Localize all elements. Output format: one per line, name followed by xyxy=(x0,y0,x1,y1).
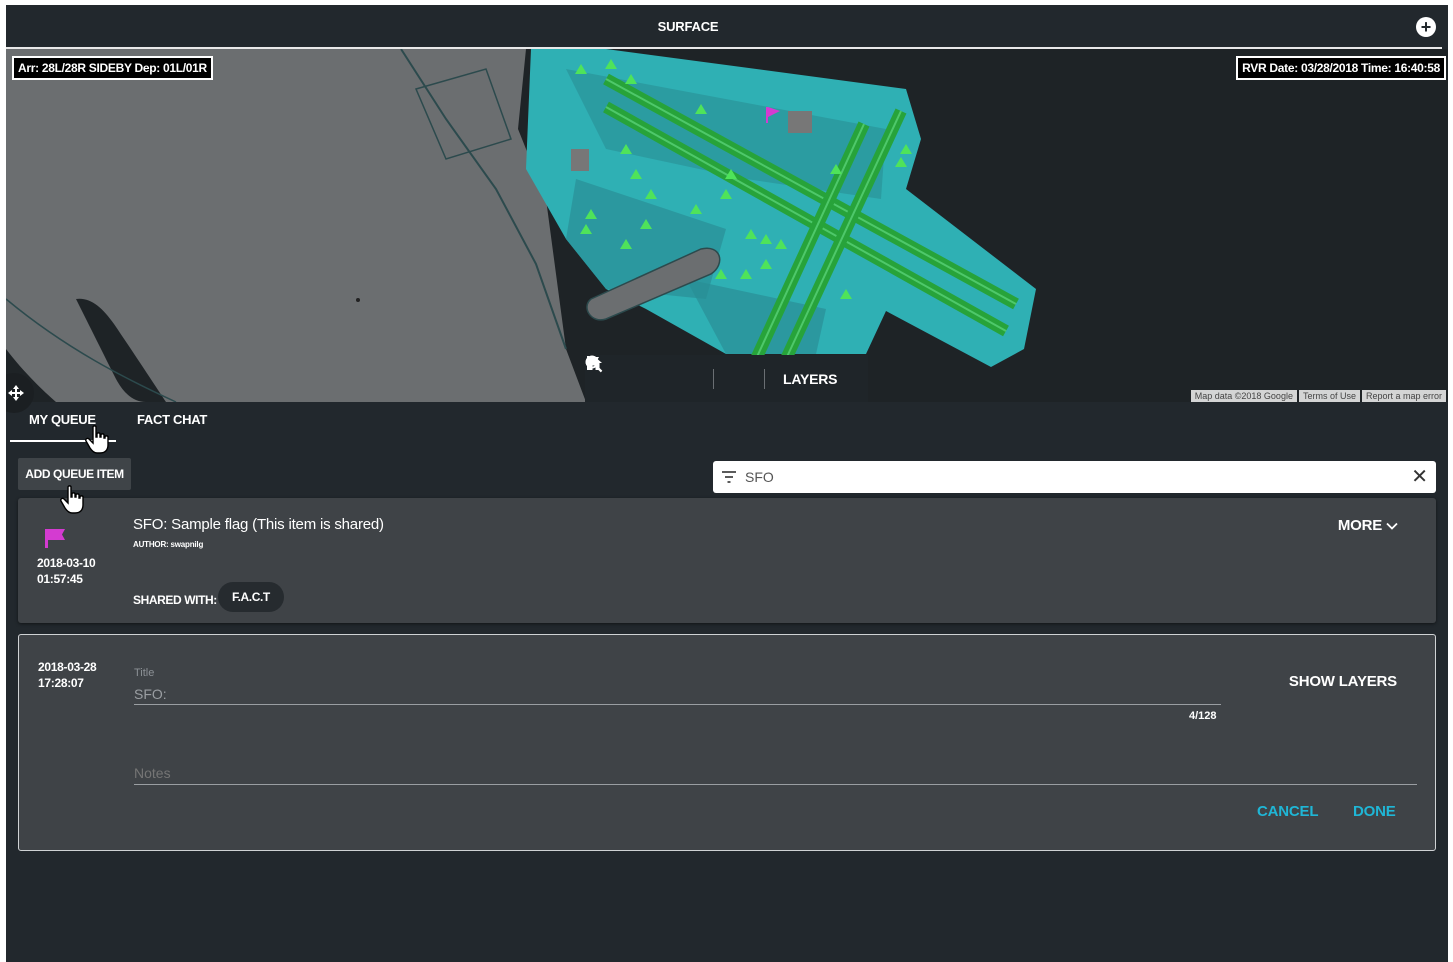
move-icon xyxy=(8,385,24,401)
editor-date: 2018-03-28 xyxy=(38,660,97,674)
panel-title: SURFACE xyxy=(657,19,719,34)
zoom-in-icon[interactable] xyxy=(585,355,669,402)
hand-cursor-icon xyxy=(85,425,109,454)
author-name: swapnilg xyxy=(170,540,204,549)
map-attribution: Map data ©2018 Google Terms of Use Repor… xyxy=(1189,390,1446,402)
rvr-datetime-label: RVR Date: 03/28/2018 Time: 16:40:58 xyxy=(1236,56,1446,80)
title-field[interactable] xyxy=(134,683,1221,705)
item-time: 01:57:45 xyxy=(37,572,83,586)
airport-map[interactable]: Arr: 28L/28R SIDEBY Dep: 01L/01R RVR Dat… xyxy=(6,49,1448,402)
title-char-count: 4/128 xyxy=(1189,710,1217,722)
cancel-button[interactable]: CANCEL xyxy=(1257,803,1319,820)
hand-cursor-icon xyxy=(60,485,84,514)
done-button[interactable]: DONE xyxy=(1353,803,1396,820)
zoom-out-icon[interactable] xyxy=(585,355,707,402)
item-timestamp: 2018-03-10 01:57:45 xyxy=(37,555,96,587)
tab-fact-chat[interactable]: FACT CHAT xyxy=(137,412,207,427)
flag-icon[interactable] xyxy=(587,355,758,402)
chevron-down-icon xyxy=(1386,522,1398,530)
more-button[interactable]: MORE xyxy=(1338,517,1398,534)
item-date: 2018-03-10 xyxy=(37,556,96,570)
shared-with-label: SHARED WITH: xyxy=(133,593,217,607)
editor-time: 17:28:07 xyxy=(38,676,84,690)
map-graphic xyxy=(6,49,1036,402)
toolbar-divider xyxy=(713,368,714,389)
runway-config-label: Arr: 28L/28R SIDEBY Dep: 01L/01R xyxy=(12,56,213,80)
queue-item-card[interactable]: 2018-03-10 01:57:45 SFO: Sample flag (Th… xyxy=(18,498,1436,623)
item-author: AUTHOR: swapnilg xyxy=(133,540,203,549)
terms-of-use-link[interactable]: Terms of Use xyxy=(1298,390,1360,402)
flag-icon xyxy=(45,529,65,548)
editor-timestamp: 2018-03-28 17:28:07 xyxy=(38,659,97,691)
map-data-credit: Map data ©2018 Google xyxy=(1190,390,1297,402)
queue-filter: ✕ xyxy=(713,461,1436,493)
filter-input[interactable] xyxy=(745,461,1385,493)
plus-circle-icon[interactable]: + xyxy=(1416,17,1436,37)
queue-item-editor: 2018-03-28 17:28:07 Title 4/128 SHOW LAY… xyxy=(18,634,1436,851)
filter-icon xyxy=(722,471,736,483)
toolbar-divider xyxy=(764,368,765,389)
report-map-error-link[interactable]: Report a map error xyxy=(1361,390,1446,402)
title-field-label: Title xyxy=(134,667,155,679)
map-toolbar: LAYERS xyxy=(585,355,868,402)
layers-button[interactable]: LAYERS xyxy=(771,371,838,387)
item-title: SFO: Sample flag (This item is shared) xyxy=(133,516,384,533)
notes-field[interactable] xyxy=(134,761,1417,785)
more-label: MORE xyxy=(1337,517,1383,534)
title-bar: SURFACE + xyxy=(6,5,1448,49)
close-icon[interactable]: ✕ xyxy=(1411,467,1428,487)
app-window: SURFACE + Arr: 28L/28R SIDEBY Dep: 01L/0… xyxy=(6,5,1448,962)
author-label: AUTHOR: xyxy=(133,540,169,549)
show-layers-button[interactable]: SHOW LAYERS xyxy=(1289,673,1397,690)
shared-with-chip[interactable]: F.A.C.T xyxy=(218,582,284,612)
